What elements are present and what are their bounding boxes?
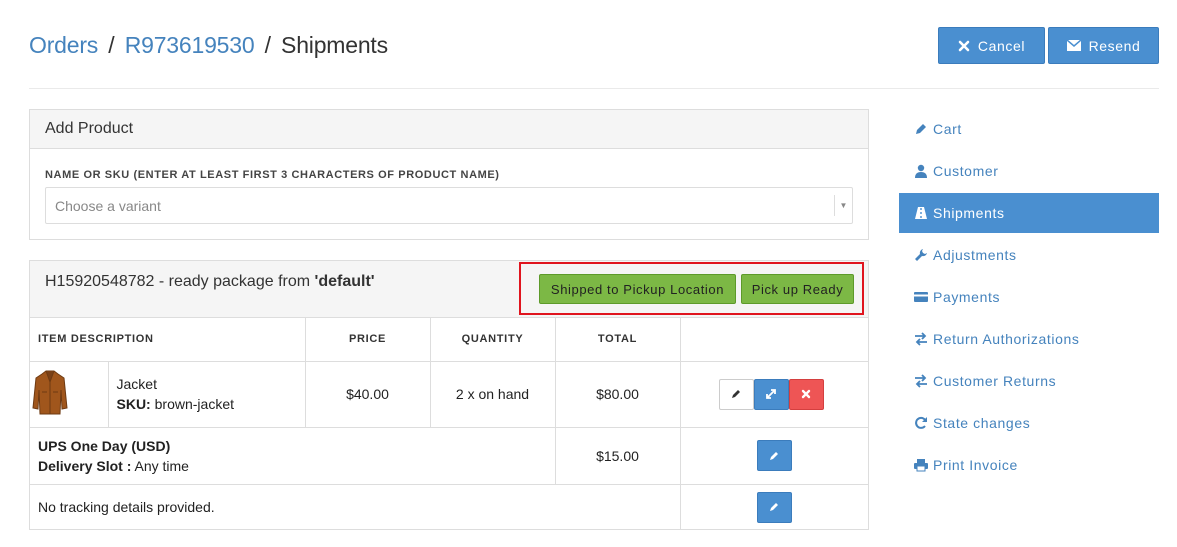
sidebar-item-adjustments[interactable]: Adjustments <box>899 235 1159 275</box>
sidebar-item-label: Print Invoice <box>933 457 1018 473</box>
sidebar-item-label: Cart <box>933 121 962 137</box>
table-row: Jacket SKU: brown-jacket $40.00 2 x on h… <box>30 361 868 428</box>
column-header-item: ITEM DESCRIPTION <box>30 318 306 362</box>
edit-shipping-button[interactable] <box>756 440 792 471</box>
refresh-icon <box>915 416 927 429</box>
close-icon <box>801 389 811 399</box>
sidebar-item-cart[interactable]: Cart <box>899 109 1159 149</box>
pencil-icon <box>732 390 740 398</box>
table-header-row: ITEM DESCRIPTION PRICE QUANTITY TOTAL <box>30 318 868 362</box>
shipping-method: UPS One Day (USD) <box>38 437 171 454</box>
breadcrumb: Orders / R973619530 / Shipments <box>29 32 388 59</box>
sidebar-item-shipments[interactable]: Shipments <box>899 193 1159 233</box>
sidebar-item-state-changes[interactable]: State changes <box>899 403 1159 443</box>
shipment-status-text: - ready package from <box>154 273 315 290</box>
sidebar-item-label: Return Authorizations <box>933 331 1080 347</box>
item-price: $40.00 <box>305 361 431 428</box>
shipment-table: ITEM DESCRIPTION PRICE QUANTITY TOTAL Ja… <box>30 318 868 530</box>
shipping-method-row: UPS One Day (USD) Delivery Slot : Any ti… <box>30 427 868 485</box>
delivery-slot-label: Delivery Slot : <box>38 457 132 474</box>
sidebar-item-label: State changes <box>933 415 1031 431</box>
transfer-icon <box>915 332 927 346</box>
breadcrumb-orders-link[interactable]: Orders <box>29 32 98 58</box>
envelope-icon <box>1066 40 1081 51</box>
column-header-actions <box>680 318 868 362</box>
variant-field-label: NAME OR SKU (ENTER AT LEAST FIRST 3 CHAR… <box>45 169 500 181</box>
breadcrumb-separator: / <box>264 32 271 58</box>
tracking-details: No tracking details provided. <box>30 484 681 530</box>
sidebar-item-label: Adjustments <box>933 247 1017 263</box>
item-name: Jacket <box>116 376 157 392</box>
column-header-total: TOTAL <box>555 318 681 362</box>
shipment-title: H15920548782 - ready package from 'defau… <box>45 273 375 291</box>
shipment-location: 'default' <box>314 273 375 290</box>
page-header: Orders / R973619530 / Shipments Cancel R… <box>29 22 1159 68</box>
jacket-image <box>32 370 68 414</box>
split-item-button[interactable] <box>753 378 789 410</box>
sku-value: brown-jacket <box>150 396 234 412</box>
header-divider <box>29 88 1159 89</box>
sidebar-item-customer-returns[interactable]: Customer Returns <box>899 361 1159 401</box>
sku-label: SKU: <box>116 396 151 412</box>
shipped-to-pickup-button[interactable]: Shipped to Pickup Location <box>539 274 736 304</box>
sidebar-item-customer[interactable]: Customer <box>899 151 1159 191</box>
delivery-slot: Delivery Slot : Any time <box>38 456 555 476</box>
edit-item-button[interactable] <box>718 378 754 410</box>
edit-tracking-button[interactable] <box>756 491 792 523</box>
item-description: Jacket SKU: brown-jacket <box>108 361 306 428</box>
item-total: $80.00 <box>555 361 681 428</box>
sidebar-item-label: Customer Returns <box>933 373 1057 389</box>
column-header-price: PRICE <box>305 318 431 362</box>
variant-select[interactable]: Choose a variant ▼ <box>45 187 853 224</box>
sidebar-item-payments[interactable]: Payments <box>899 277 1159 317</box>
transfer-icon <box>915 374 927 388</box>
credit-card-icon <box>914 292 928 302</box>
breadcrumb-separator: / <box>108 32 115 58</box>
shipment-number: H15920548782 <box>45 273 155 290</box>
delivery-slot-value: Any time <box>131 457 189 474</box>
shipment-heading: H15920548782 - ready package from 'defau… <box>30 261 868 318</box>
chevron-down-icon[interactable]: ▼ <box>834 195 852 216</box>
print-icon <box>914 459 928 472</box>
column-header-quantity: QUANTITY <box>430 318 556 362</box>
order-sidebar: Cart Customer Shipments Adjustments Paym… <box>899 109 1159 487</box>
sidebar-item-return-authorizations[interactable]: Return Authorizations <box>899 319 1159 359</box>
sidebar-item-label: Shipments <box>933 205 1005 221</box>
user-icon <box>915 164 927 178</box>
product-thumbnail-cell <box>30 361 109 428</box>
shipping-cost: $15.00 <box>555 427 681 485</box>
pencil-icon <box>770 451 779 460</box>
item-sku: SKU: brown-jacket <box>117 394 305 414</box>
shipment-panel: H15920548782 - ready package from 'defau… <box>29 260 869 530</box>
shipping-actions <box>680 427 868 485</box>
pickup-ready-button[interactable]: Pick up Ready <box>741 274 854 304</box>
road-icon <box>915 207 927 219</box>
delete-item-button[interactable] <box>788 378 824 410</box>
highlight-box: Shipped to Pickup Location Pick up Ready <box>519 262 864 315</box>
breadcrumb-order-link[interactable]: R973619530 <box>125 32 255 58</box>
shipping-method-cell: UPS One Day (USD) Delivery Slot : Any ti… <box>30 427 556 485</box>
tracking-row: No tracking details provided. <box>30 484 868 530</box>
tracking-actions <box>680 484 868 530</box>
wrench-icon <box>915 249 927 261</box>
item-quantity: 2 x on hand <box>430 361 556 428</box>
resend-button[interactable]: Resend <box>1048 27 1159 64</box>
item-actions <box>680 361 868 428</box>
close-icon <box>958 40 970 51</box>
breadcrumb-current: Shipments <box>281 32 388 58</box>
cancel-button[interactable]: Cancel <box>938 27 1045 64</box>
pencil-icon <box>916 124 926 134</box>
add-product-panel: Add Product NAME OR SKU (ENTER AT LEAST … <box>29 109 869 240</box>
pencil-icon <box>770 503 779 512</box>
add-product-heading: Add Product <box>30 110 868 149</box>
variant-select-placeholder: Choose a variant <box>55 197 161 214</box>
expand-icon <box>766 389 776 399</box>
resend-button-label: Resend <box>1088 37 1141 54</box>
sidebar-item-label: Customer <box>933 163 999 179</box>
sidebar-item-print-invoice[interactable]: Print Invoice <box>899 445 1159 485</box>
cancel-button-label: Cancel <box>977 37 1026 54</box>
sidebar-item-label: Payments <box>933 289 1001 305</box>
